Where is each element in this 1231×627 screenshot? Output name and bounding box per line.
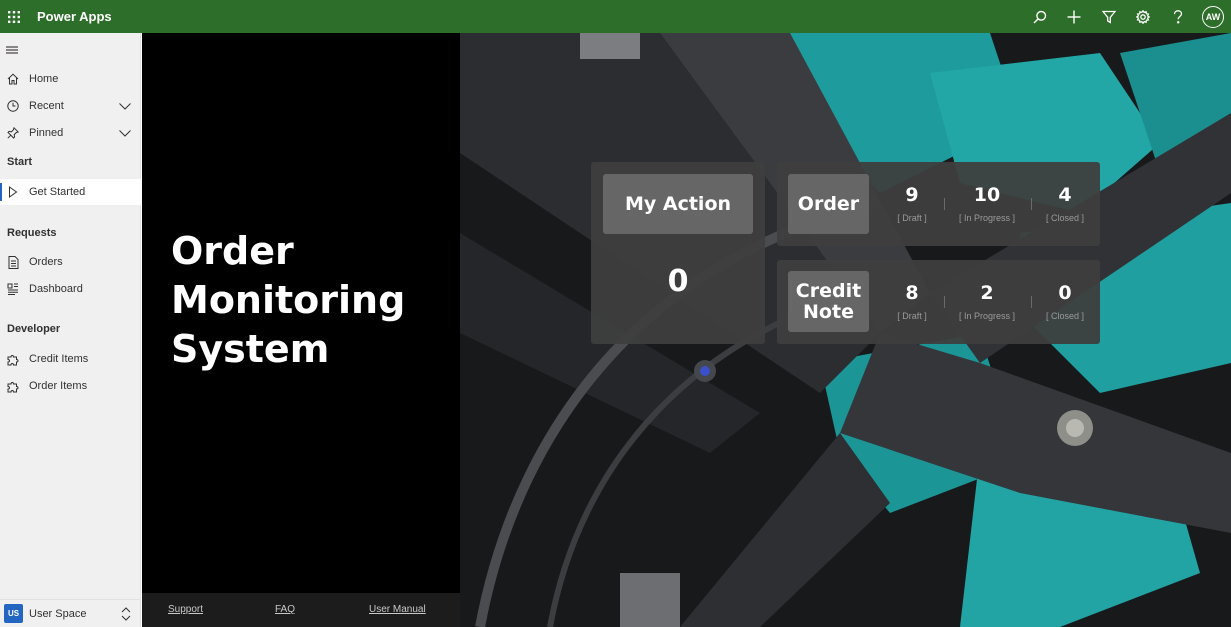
sidebar-item-orders[interactable]: Orders: [0, 249, 141, 275]
title-line: System: [171, 327, 330, 371]
user-space-switcher[interactable]: US User Space: [0, 599, 141, 627]
search-button[interactable]: [1023, 0, 1058, 33]
sidebar-item-label: Orders: [29, 256, 63, 268]
sidebar-item-label: Get Started: [29, 186, 86, 198]
title-line: Order: [171, 229, 294, 273]
order-closed-count: 4: [1058, 184, 1072, 206]
sidebar-item-label: Pinned: [29, 127, 64, 139]
credit-draft-stat[interactable]: 8 [ Draft ]: [882, 282, 942, 321]
credit-in-progress-label: [ In Progress ]: [958, 311, 1016, 321]
credit-note-button[interactable]: Credit Note: [788, 271, 869, 332]
divider: [944, 198, 945, 210]
dashboard-icon: [6, 282, 20, 296]
chevron-down-icon[interactable]: [119, 100, 131, 112]
title-panel: Order Monitoring System Support FAQ User…: [142, 33, 460, 627]
search-icon: [1033, 10, 1046, 23]
help-button[interactable]: [1161, 0, 1196, 33]
sidebar: Home Recent Pinned Start Get Started Req…: [0, 33, 141, 627]
collapse-nav-button[interactable]: [6, 43, 22, 57]
order-in-progress-label: [ In Progress ]: [958, 213, 1016, 223]
my-action-count: 0: [667, 264, 689, 299]
section-developer: Developer: [7, 323, 61, 335]
puzzle-icon: [6, 379, 20, 393]
credit-draft-label: [ Draft ]: [897, 311, 927, 321]
sidebar-item-get-started[interactable]: Get Started: [0, 179, 141, 205]
chevron-updown-icon: [121, 607, 131, 621]
filter-button[interactable]: [1092, 0, 1127, 33]
user-space-label: User Space: [29, 607, 87, 620]
credit-closed-label: [ Closed ]: [1045, 311, 1085, 321]
user-manual-link[interactable]: User Manual: [369, 604, 426, 615]
waffle-icon: [8, 10, 20, 23]
credit-closed-count: 0: [1058, 282, 1072, 304]
sidebar-item-pinned[interactable]: Pinned: [0, 120, 141, 146]
gear-icon: [1136, 9, 1151, 24]
settings-button[interactable]: [1126, 0, 1161, 33]
account-button[interactable]: AW: [1195, 0, 1231, 33]
top-bar: Power Apps AW: [0, 0, 1231, 33]
sidebar-item-recent[interactable]: Recent: [0, 93, 141, 119]
section-requests: Requests: [7, 227, 57, 239]
divider: [1031, 296, 1032, 308]
app-launcher-button[interactable]: [0, 0, 28, 33]
credit-note-card: Credit Note 8 [ Draft ] 2 [ In Progress …: [777, 260, 1100, 344]
sidebar-item-credit-items[interactable]: Credit Items: [0, 346, 141, 372]
sidebar-item-label: Recent: [29, 100, 64, 112]
puzzle-icon: [6, 352, 20, 366]
my-action-card: My Action 0: [591, 162, 765, 344]
order-draft-label: [ Draft ]: [897, 213, 927, 223]
order-closed-label: [ Closed ]: [1045, 213, 1085, 223]
order-draft-stat[interactable]: 9 [ Draft ]: [882, 184, 942, 223]
document-icon: [6, 255, 20, 269]
my-action-button[interactable]: My Action: [603, 174, 753, 234]
support-link[interactable]: Support: [168, 604, 203, 615]
plus-icon: [1067, 10, 1081, 23]
clock-icon: [6, 99, 20, 113]
user-space-badge: US: [4, 604, 23, 623]
order-card: Order 9 [ Draft ] 10 [ In Progress ] 4 […: [777, 162, 1100, 246]
sidebar-item-home[interactable]: Home: [0, 66, 141, 92]
sidebar-item-label: Credit Items: [29, 353, 89, 365]
top-actions: AW: [1023, 0, 1231, 33]
order-button[interactable]: Order: [788, 174, 869, 234]
new-button[interactable]: [1057, 0, 1092, 33]
avatar: AW: [1202, 5, 1224, 28]
credit-in-progress-count: 2: [980, 282, 994, 304]
credit-draft-count: 8: [905, 282, 919, 304]
credit-note-label: Credit: [795, 279, 862, 302]
hero-background-image: My Action 0 Order 9 [ Draft ] 10 [ In Pr…: [460, 33, 1231, 627]
sidebar-item-label: Dashboard: [29, 283, 83, 295]
order-closed-stat[interactable]: 4 [ Closed ]: [1035, 184, 1095, 223]
credit-in-progress-stat[interactable]: 2 [ In Progress ]: [957, 282, 1017, 321]
filter-icon: [1101, 10, 1116, 24]
sidebar-item-order-items[interactable]: Order Items: [0, 373, 141, 399]
divider: [1031, 198, 1032, 210]
order-in-progress-count: 10: [973, 184, 1001, 206]
section-start: Start: [7, 156, 33, 168]
sidebar-item-label: Home: [29, 73, 59, 85]
chevron-down-icon[interactable]: [119, 127, 131, 139]
home-icon: [6, 72, 20, 86]
hamburger-icon: [6, 46, 18, 54]
help-icon: [1173, 9, 1182, 23]
faq-link[interactable]: FAQ: [275, 604, 295, 615]
order-draft-count: 9: [905, 184, 919, 206]
play-icon: [6, 185, 20, 199]
sidebar-item-dashboard[interactable]: Dashboard: [0, 276, 141, 302]
pin-icon: [6, 126, 20, 140]
credit-note-label: Note: [803, 300, 854, 323]
divider: [944, 296, 945, 308]
footer-links: Support FAQ User Manual: [142, 593, 460, 627]
title-line: Monitoring: [171, 278, 406, 322]
credit-closed-stat[interactable]: 0 [ Closed ]: [1035, 282, 1095, 321]
page-title: Order Monitoring System: [171, 227, 451, 374]
app-title[interactable]: Power Apps: [37, 9, 112, 24]
sidebar-item-label: Order Items: [29, 380, 88, 392]
order-in-progress-stat[interactable]: 10 [ In Progress ]: [957, 184, 1017, 223]
